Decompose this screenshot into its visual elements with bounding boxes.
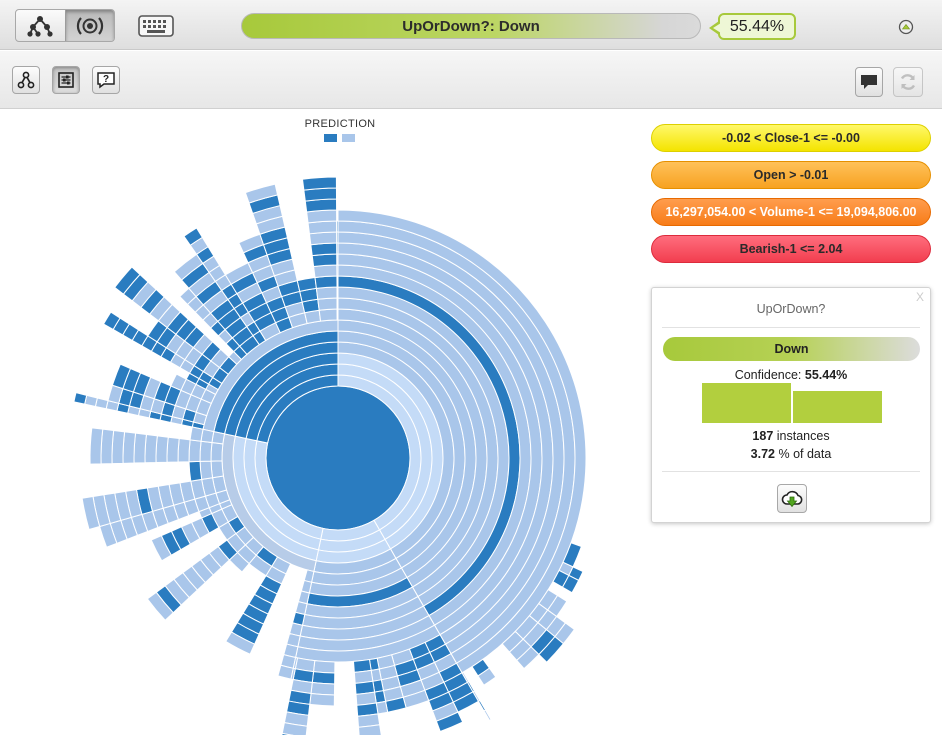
- sunburst-leaf[interactable]: [188, 439, 202, 463]
- confidence-badge: 55.44%: [709, 13, 796, 40]
- sunburst-leaf[interactable]: [315, 286, 338, 300]
- sunburst-chart: PREDICTION: [0, 110, 650, 735]
- download-cloud-icon: [781, 490, 803, 507]
- legend-swatch-light: [342, 134, 355, 142]
- collapse-button[interactable]: [898, 19, 914, 35]
- refresh-icon: [900, 74, 916, 90]
- tree-icon: [27, 15, 53, 37]
- branch-icon: [17, 71, 35, 89]
- app-window: UpOrDown?: Down 55.44% ? PREDICTION -0.0…: [0, 0, 942, 735]
- panel-title: UpOrDown?: [756, 302, 826, 316]
- sunburst-leaf[interactable]: [133, 432, 147, 464]
- class-bar-down: [702, 383, 791, 423]
- sunburst-leaf[interactable]: [189, 426, 204, 442]
- view-mode-switch: [15, 9, 115, 42]
- data-percent: 3.72: [750, 447, 776, 461]
- rule-open[interactable]: Open > -0.01: [651, 161, 931, 189]
- sunburst-leaf[interactable]: [155, 435, 169, 464]
- sunburst-leaf[interactable]: [336, 264, 339, 277]
- divider: [662, 471, 920, 472]
- sunburst-leaf[interactable]: [310, 242, 338, 257]
- sunburst-leaf[interactable]: [89, 427, 104, 465]
- prediction-bar: UpOrDown?: Down: [241, 13, 701, 39]
- sunburst-leaf[interactable]: [313, 264, 338, 279]
- sunburst-leaf[interactable]: [144, 433, 158, 464]
- keyboard-button[interactable]: [136, 12, 176, 40]
- sunburst-leaf[interactable]: [336, 308, 339, 321]
- sunburst-leaf[interactable]: [100, 428, 115, 465]
- tree-view-button[interactable]: [16, 10, 65, 41]
- confidence-label: Confidence:: [734, 368, 802, 382]
- sunburst-leaf[interactable]: [312, 660, 336, 674]
- question-icon: ?: [97, 72, 115, 89]
- instances-label: instances: [776, 429, 830, 443]
- class-distribution: [702, 383, 882, 423]
- rule-volume[interactable]: 16,297,054.00 < Volume-1 <= 19,094,806.0…: [651, 198, 931, 226]
- sunburst-leaf[interactable]: [122, 431, 137, 464]
- comment-button[interactable]: [855, 67, 883, 97]
- sunburst-leaf[interactable]: [296, 276, 317, 292]
- top-toolbar: UpOrDown?: Down 55.44%: [0, 0, 942, 50]
- sunburst-leaf[interactable]: [336, 231, 339, 244]
- sunburst-leaf[interactable]: [483, 709, 492, 722]
- comment-icon: [861, 75, 877, 89]
- sunburst-leaf[interactable]: [301, 176, 337, 191]
- sunburst-root[interactable]: [265, 385, 411, 531]
- sunburst-leaf[interactable]: [336, 242, 339, 255]
- sunburst-leaf[interactable]: [311, 671, 336, 685]
- sunburst-leaf[interactable]: [210, 441, 224, 462]
- question-button[interactable]: ?: [92, 66, 120, 94]
- sunburst-leaf[interactable]: [310, 681, 336, 696]
- confidence-line: Confidence: 55.44%: [652, 368, 930, 382]
- branch-button[interactable]: [12, 66, 40, 94]
- sunburst-leaf[interactable]: [73, 392, 88, 405]
- sunburst-leaf[interactable]: [111, 429, 126, 465]
- download-button[interactable]: [777, 484, 807, 513]
- class-bar-up: [793, 390, 882, 423]
- sunburst-leaf[interactable]: [477, 699, 487, 712]
- panel-prediction-bar: Down: [663, 337, 920, 361]
- svg-text:?: ?: [103, 74, 109, 85]
- sunburst-leaf[interactable]: [166, 436, 180, 463]
- divider: [662, 327, 920, 328]
- filter-button[interactable]: [52, 66, 80, 94]
- sunburst-leaf[interactable]: [336, 286, 339, 299]
- sunburst-leaf[interactable]: [210, 460, 224, 479]
- legend-swatch-dark: [324, 134, 337, 142]
- sunburst-icon: [76, 16, 103, 35]
- sunburst-leaf[interactable]: [336, 297, 339, 310]
- sunburst-leaf[interactable]: [188, 460, 203, 482]
- sunburst-view-button[interactable]: [64, 10, 114, 41]
- data-percent-label: % of data: [778, 447, 832, 461]
- legend-title: PREDICTION: [304, 118, 376, 130]
- secondary-toolbar: ?: [0, 51, 942, 109]
- instances-line: 187 instances: [652, 429, 930, 443]
- sunburst-svg[interactable]: [0, 110, 650, 735]
- sunburst-leaf[interactable]: [336, 253, 339, 266]
- filter-sliders-icon: [58, 72, 74, 88]
- sunburst-leaf[interactable]: [199, 460, 214, 480]
- sunburst-leaf[interactable]: [177, 437, 191, 463]
- sunburst-leaf[interactable]: [308, 231, 338, 246]
- collapse-arrow-icon: [898, 19, 914, 35]
- rule-close[interactable]: -0.02 < Close-1 <= -0.00: [651, 124, 931, 152]
- prediction-panel: X UpOrDown? Down Confidence: 55.44% 187 …: [651, 287, 931, 523]
- sunburst-leaf[interactable]: [311, 253, 338, 268]
- sunburst-leaf[interactable]: [317, 297, 338, 311]
- sunburst-leaf[interactable]: [336, 220, 339, 233]
- keyboard-icon: [138, 15, 174, 37]
- data-percent-line: 3.72 % of data: [652, 447, 930, 461]
- refresh-button[interactable]: [893, 67, 923, 97]
- sunburst-leaf[interactable]: [307, 220, 338, 235]
- sunburst-leaf[interactable]: [199, 440, 213, 462]
- sunburst-leaf[interactable]: [314, 275, 338, 289]
- sunburst-leaf[interactable]: [309, 692, 335, 707]
- instances-count: 187: [752, 429, 774, 443]
- sunburst-leaf[interactable]: [336, 275, 339, 288]
- sunburst-leaf[interactable]: [318, 308, 338, 322]
- rule-bearish[interactable]: Bearish-1 <= 2.04: [651, 235, 931, 263]
- confidence-value: 55.44%: [804, 368, 848, 382]
